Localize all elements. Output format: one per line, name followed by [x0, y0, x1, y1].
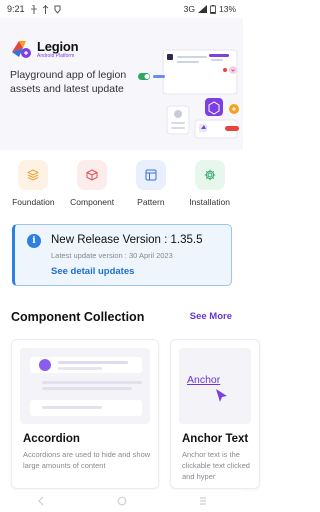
- status-time: 9:21: [7, 4, 25, 14]
- card-description: Accordions are used to hide and show lar…: [23, 450, 151, 470]
- logo: Legion Android Platform: [10, 38, 79, 60]
- recents-icon[interactable]: [198, 496, 208, 506]
- release-banner: i New Release Version : 1.35.5 Latest up…: [12, 224, 232, 286]
- network-type: 3G: [183, 4, 195, 14]
- hero-illustration: [138, 49, 239, 139]
- card-preview: [20, 348, 150, 424]
- section-title: Component Collection: [11, 310, 145, 324]
- hero-header: Legion Android Platform Playground app o…: [0, 18, 243, 150]
- back-icon[interactable]: [36, 496, 46, 506]
- see-detail-updates-link[interactable]: See detail updates: [51, 266, 134, 277]
- category-pattern[interactable]: Pattern: [122, 160, 181, 207]
- system-nav-bar: [0, 490, 243, 512]
- battery-icon: [210, 4, 216, 14]
- layers-icon: [18, 160, 49, 190]
- app-subtitle: Android Platform: [37, 52, 75, 59]
- category-menu: Foundation Component Pattern Installatio…: [0, 160, 243, 207]
- card-description: Anchor text is the clickable text clicke…: [182, 450, 250, 481]
- category-installation[interactable]: Installation: [180, 160, 239, 207]
- info-icon: i: [27, 234, 41, 248]
- usb-icon: [42, 4, 48, 14]
- release-title: New Release Version : 1.35.5: [51, 234, 203, 246]
- category-component[interactable]: Component: [63, 160, 122, 207]
- shield-icon: [54, 5, 61, 14]
- component-card-anchor-text[interactable]: Anchor Anchor Text Anchor text is the cl…: [170, 339, 260, 489]
- category-label: Foundation: [12, 197, 55, 207]
- signal-icon: [197, 5, 207, 13]
- home-icon[interactable]: [117, 496, 127, 506]
- gear-icon: [194, 160, 225, 190]
- notification-icon: [30, 4, 37, 14]
- category-label: Component: [70, 197, 115, 207]
- cursor-icon: [216, 389, 227, 402]
- release-subtitle: Latest update version : 30 April 2023: [51, 251, 173, 260]
- card-preview: Anchor: [179, 348, 251, 424]
- component-card-accordion[interactable]: Accordion Accordions are used to hide an…: [11, 339, 159, 489]
- category-label: Pattern: [137, 197, 165, 207]
- card-title: Accordion: [23, 433, 80, 445]
- category-label: Installation: [189, 197, 230, 207]
- anchor-preview-label: Anchor: [187, 374, 221, 386]
- layout-icon: [135, 160, 166, 190]
- cube-icon: [77, 160, 108, 190]
- legion-logo-icon: [12, 41, 31, 58]
- card-title: Anchor Text: [182, 433, 249, 445]
- status-bar: 9:21 3G 13%: [0, 0, 243, 18]
- battery-level: 13%: [218, 4, 236, 14]
- notification-icons: [30, 4, 61, 14]
- category-foundation[interactable]: Foundation: [4, 160, 63, 207]
- app-title: Legion: [37, 38, 79, 54]
- hero-description: Playground app of legion assets and late…: [10, 69, 127, 95]
- see-more-link[interactable]: See More: [190, 311, 232, 322]
- status-right: 3G 13%: [184, 4, 236, 14]
